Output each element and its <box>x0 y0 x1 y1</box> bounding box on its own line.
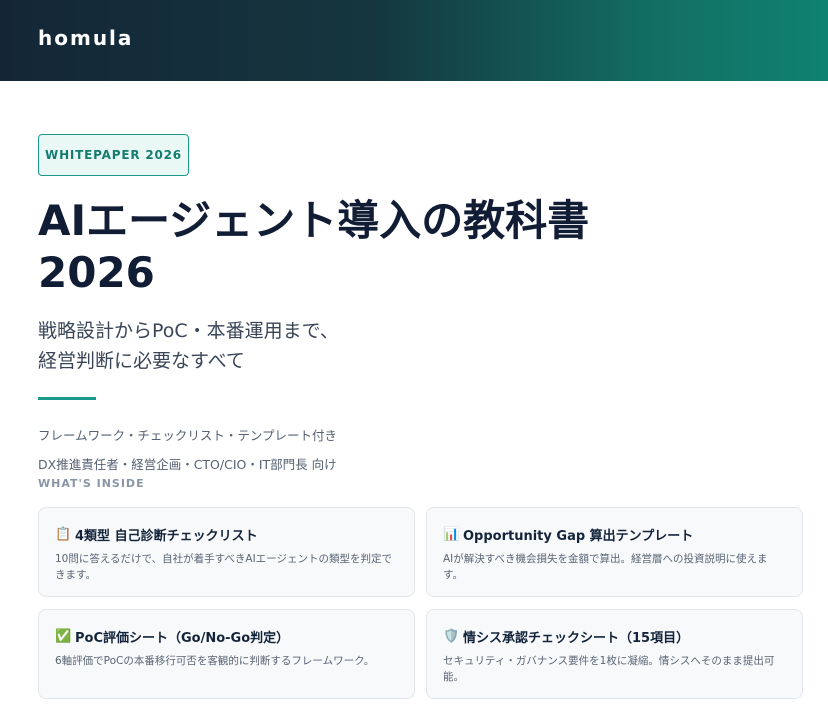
card-title-text: 4類型 自己診断チェックリスト <box>75 529 258 544</box>
card-title: 📊 Opportunity Gap 算出テンプレート <box>443 525 786 544</box>
clipboard-icon: 📋 <box>55 527 72 542</box>
card-title: 🛡️ 情シス承認チェックシート（15項目） <box>443 627 786 646</box>
page-title: AIエージェント導入の教科書 2026 <box>38 195 798 299</box>
card-poc-evaluation-sheet: ✅ PoC評価シート（Go/No-Go判定） 6軸評価でPoCの本番移行可否を客… <box>38 609 415 699</box>
features-text: フレームワーク・チェックリスト・テンプレート付き <box>38 428 338 443</box>
brand-logo[interactable]: homula <box>38 26 133 50</box>
subtitle-line-1: 戦略設計からPoC・本番運用まで、 <box>38 320 339 342</box>
section-label-whats-inside: WHAT'S INSIDE <box>38 477 145 490</box>
card-description: セキュリティ・ガバナンス要件を1枚に凝縮。情シスへそのまま提出可能。 <box>443 655 775 683</box>
shield-icon: 🛡️ <box>443 629 460 644</box>
card-title-text: 情シス承認チェックシート（15項目） <box>463 631 690 646</box>
card-description: 10問に答えるだけで、自社が着手すべきAIエージェントの類型を判定できます。 <box>55 553 392 581</box>
header-banner: homula <box>0 0 828 81</box>
card-description: 6軸評価でPoCの本番移行可否を客観的に判断するフレームワーク。 <box>55 655 375 667</box>
page-title-line-1: AIエージェント導入の教科書 <box>38 196 590 245</box>
card-title: 📋 4類型 自己診断チェックリスト <box>55 525 398 544</box>
check-mark-icon: ✅ <box>55 629 72 644</box>
bar-chart-icon: 📊 <box>443 527 460 542</box>
whitepaper-badge: WHITEPAPER 2026 <box>38 134 189 176</box>
subtitle-line-2: 経営判断に必要なすべて <box>38 350 245 372</box>
card-opportunity-gap-template: 📊 Opportunity Gap 算出テンプレート AIが解決すべき機会損失を… <box>426 507 803 597</box>
card-title: ✅ PoC評価シート（Go/No-Go判定） <box>55 627 398 646</box>
accent-divider <box>38 397 96 400</box>
page-subtitle: 戦略設計からPoC・本番運用まで、 経営判断に必要なすべて <box>38 316 738 376</box>
card-title-text: Opportunity Gap 算出テンプレート <box>463 529 694 544</box>
page-title-line-2: 2026 <box>38 248 155 297</box>
card-title-text: PoC評価シート（Go/No-Go判定） <box>75 631 290 646</box>
card-description: AIが解決すべき機会損失を金額で算出。経営層への投資説明に使えます。 <box>443 553 768 581</box>
card-self-diagnosis-checklist: 📋 4類型 自己診断チェックリスト 10問に答えるだけで、自社が着手すべきAIエ… <box>38 507 415 597</box>
card-it-approval-checksheet: 🛡️ 情シス承認チェックシート（15項目） セキュリティ・ガバナンス要件を1枚に… <box>426 609 803 699</box>
audience-text: DX推進責任者・経営企画・CTO/CIO・IT部門長 向け <box>38 457 337 472</box>
